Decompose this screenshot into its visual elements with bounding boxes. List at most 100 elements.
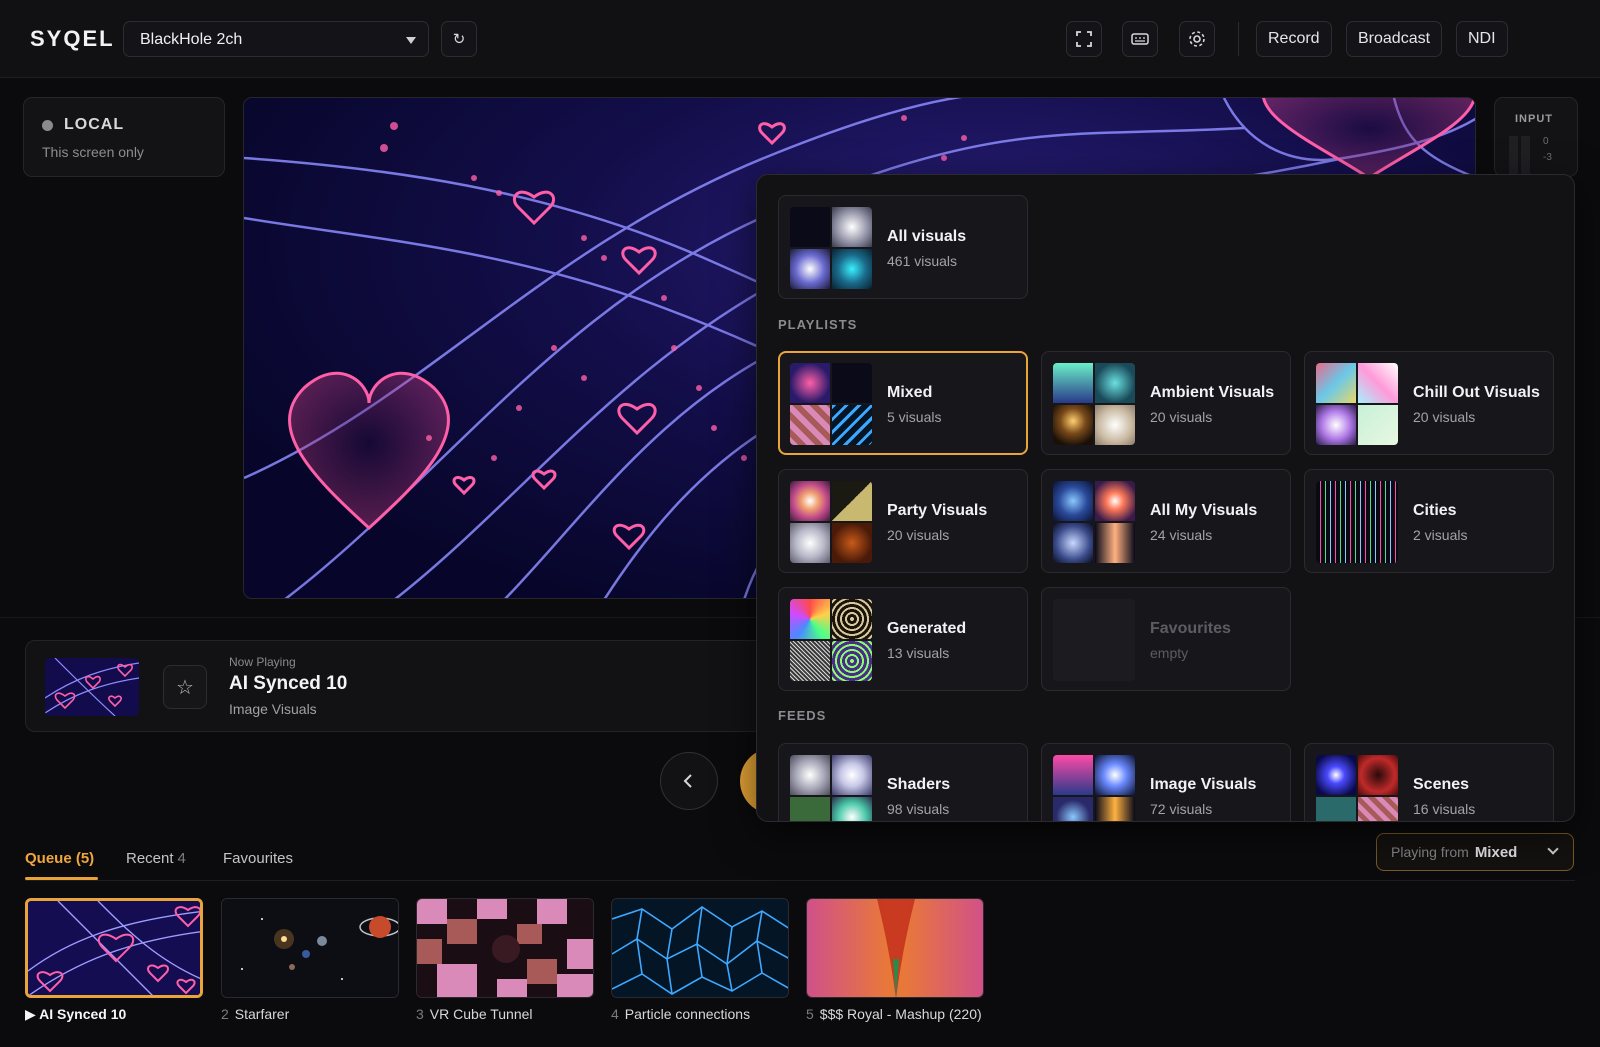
queue-number: 4 — [611, 1006, 619, 1022]
card-thumbnail-grid — [790, 481, 872, 563]
ndi-button[interactable]: NDI — [1456, 21, 1508, 57]
queue-item[interactable]: 3 VR Cube Tunnel — [416, 898, 594, 1022]
card-count: 98 visuals — [887, 801, 950, 817]
playlist-card-generated[interactable]: Generated 13 visuals — [778, 587, 1028, 691]
queue-thumbnail — [416, 898, 594, 998]
card-count: 16 visuals — [1413, 801, 1476, 817]
feed-card-image-visuals[interactable]: Image Visuals 72 visuals — [1041, 743, 1291, 821]
now-playing-source: Image Visuals — [229, 701, 317, 717]
card-count: 5 visuals — [887, 409, 942, 425]
queue-item[interactable]: ▶ AI Synced 10 — [25, 898, 203, 1023]
feed-card-shaders[interactable]: Shaders 98 visuals — [778, 743, 1028, 821]
keyboard-icon — [1131, 33, 1149, 45]
queue-title: Starfarer — [234, 1006, 290, 1022]
card-title: Mixed — [887, 384, 933, 401]
meter-tick-minus3: -3 — [1543, 152, 1552, 163]
library-card-all-visuals[interactable]: All visuals 461 visuals — [778, 195, 1028, 299]
card-title: Scenes — [1413, 776, 1470, 793]
playing-from-label: Playing from — [1391, 844, 1469, 860]
chevron-down-icon — [1547, 843, 1559, 855]
card-title: Shaders — [887, 776, 951, 793]
playlist-card-mixed[interactable]: Mixed 5 visuals — [778, 351, 1028, 455]
queue-title: VR Cube Tunnel — [429, 1006, 533, 1022]
favourite-button[interactable]: ☆ — [163, 665, 207, 709]
playlist-card-cities[interactable]: Cities 2 visuals — [1304, 469, 1554, 573]
record-button[interactable]: Record — [1256, 21, 1332, 57]
card-title: Cities — [1413, 502, 1457, 519]
playlist-card-all-my-visuals[interactable]: All My Visuals 24 visuals — [1041, 469, 1291, 573]
output-local-panel[interactable]: LOCAL This screen only — [23, 97, 225, 177]
card-title: Favourites — [1150, 620, 1231, 637]
card-title: Image Visuals — [1150, 776, 1257, 793]
tab-queue[interactable]: Queue (5) — [25, 850, 94, 867]
card-thumbnail-grid — [1316, 755, 1398, 821]
card-count: 20 visuals — [1413, 409, 1476, 425]
card-count: 72 visuals — [1150, 801, 1213, 817]
playlist-card-ambient-visuals[interactable]: Ambient Visuals 20 visuals — [1041, 351, 1291, 455]
card-thumbnail-grid — [1316, 481, 1398, 563]
refresh-button[interactable]: ↻ — [441, 21, 477, 57]
playing-from-select[interactable]: Playing from Mixed — [1376, 833, 1574, 871]
playlists-heading: PLAYLISTS — [778, 317, 858, 332]
playlist-card-favourites[interactable]: Favourites empty — [1041, 587, 1291, 691]
status-dot-icon — [42, 120, 53, 131]
card-count: empty — [1150, 645, 1189, 661]
card-count: 461 visuals — [887, 253, 958, 269]
queue-caption: 5 $$$ Royal - Mashup (220) — [806, 1006, 984, 1022]
playlist-card-chill-out-visuals[interactable]: Chill Out Visuals 20 visuals — [1304, 351, 1554, 455]
card-thumbnail-grid — [790, 207, 872, 289]
card-thumbnail-grid — [790, 755, 872, 821]
audio-device-value: BlackHole 2ch — [140, 31, 243, 48]
previous-button[interactable] — [660, 752, 718, 810]
card-thumbnail-grid — [790, 363, 872, 445]
feeds-heading: FEEDS — [778, 708, 827, 723]
meter-tick-0: 0 — [1543, 136, 1549, 147]
card-count: 20 visuals — [887, 527, 950, 543]
card-thumbnail-grid — [1053, 363, 1135, 445]
settings-button[interactable] — [1179, 21, 1215, 57]
queue-item[interactable]: 5 $$$ Royal - Mashup (220) — [806, 898, 984, 1022]
broadcast-button[interactable]: Broadcast — [1346, 21, 1443, 57]
header-divider — [1238, 22, 1239, 56]
refresh-icon: ↻ — [452, 31, 466, 48]
chevron-left-icon — [683, 774, 692, 788]
card-thumbnail-grid — [790, 599, 872, 681]
queue-caption: ▶ AI Synced 10 — [25, 1006, 203, 1023]
keyboard-button[interactable] — [1122, 21, 1158, 57]
card-thumbnail-grid — [1053, 755, 1135, 821]
queue-item[interactable]: 4 Particle connections — [611, 898, 789, 1022]
playlist-card-party-visuals[interactable]: Party Visuals 20 visuals — [778, 469, 1028, 573]
queue-number: 3 — [416, 1006, 424, 1022]
card-title: Generated — [887, 620, 967, 637]
tab-recent[interactable]: Recent 4 — [126, 850, 186, 867]
card-title: Ambient Visuals — [1150, 384, 1275, 401]
queue-title: AI Synced 10 — [39, 1006, 127, 1022]
queue-title: Particle connections — [624, 1006, 751, 1022]
queue-item[interactable]: 2 Starfarer — [221, 898, 399, 1022]
card-title: All visuals — [887, 228, 967, 245]
queue-title: $$$ Royal - Mashup (220) — [819, 1006, 982, 1022]
tab-favourites[interactable]: Favourites — [223, 850, 293, 867]
fullscreen-icon — [1076, 31, 1092, 47]
fullscreen-button[interactable] — [1066, 21, 1102, 57]
app-logo: SYQEL — [30, 26, 115, 51]
meter-bar-right — [1521, 136, 1530, 176]
now-playing-thumbnail[interactable] — [45, 658, 139, 716]
queue-thumbnail — [611, 898, 789, 998]
card-title: Chill Out Visuals — [1413, 384, 1540, 401]
top-bar: SYQEL BlackHole 2ch ↻ Record Broadcast N… — [0, 0, 1600, 78]
now-playing-label: Now Playing — [229, 655, 296, 669]
feed-card-scenes[interactable]: Scenes 16 visuals — [1304, 743, 1554, 821]
tab-recent-label: Recent — [126, 850, 174, 867]
card-count: 2 visuals — [1413, 527, 1468, 543]
gear-icon — [1189, 31, 1205, 47]
tab-recent-count: 4 — [177, 850, 186, 867]
queue-thumbnail — [806, 898, 984, 998]
output-subtitle: This screen only — [42, 144, 144, 160]
now-playing-title: AI Synced 10 — [229, 673, 348, 694]
audio-device-select[interactable]: BlackHole 2ch — [123, 21, 429, 57]
playing-from-value: Mixed — [1474, 844, 1518, 861]
card-count: 13 visuals — [887, 645, 950, 661]
card-count: 24 visuals — [1150, 527, 1213, 543]
output-title: LOCAL — [64, 116, 125, 133]
